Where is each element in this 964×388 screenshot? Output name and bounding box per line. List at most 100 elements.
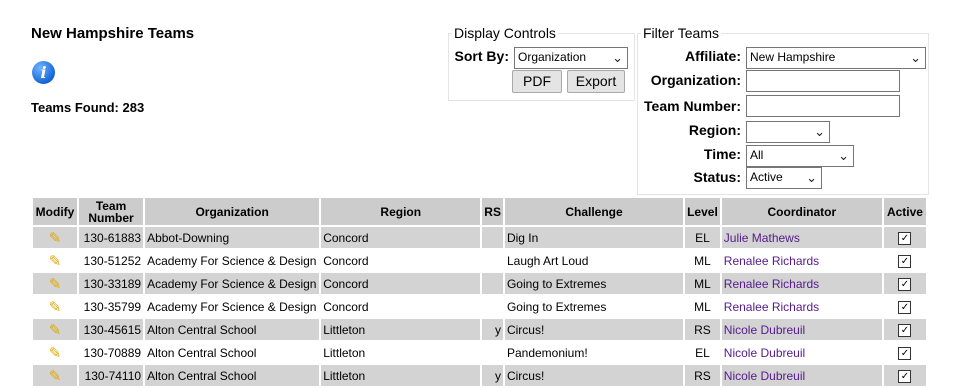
team-number-cell: 130-74110 bbox=[79, 365, 144, 386]
chevron-down-icon: ⌄ bbox=[806, 170, 817, 185]
table-row: ✎ 130-74110 Alton Central School Littleton y… bbox=[33, 365, 926, 386]
rs-cell bbox=[482, 250, 503, 271]
sort-by-select[interactable]: Organization ⌄ bbox=[514, 47, 628, 69]
region-label: Region: bbox=[688, 122, 741, 138]
table-row: ✎ 130-70889 Alton Central School Littleton P… bbox=[33, 342, 926, 363]
display-controls-legend: Display Controls bbox=[454, 25, 556, 41]
chevron-down-icon: ⌄ bbox=[910, 50, 921, 65]
chevron-down-icon: ⌄ bbox=[814, 124, 825, 139]
region-cell: Littleton bbox=[321, 365, 481, 386]
level-cell: ML bbox=[694, 253, 711, 268]
modify-cell: ✎ bbox=[33, 227, 78, 248]
active-cell: ✓ bbox=[883, 319, 926, 340]
organization-input[interactable] bbox=[746, 70, 900, 92]
coordinator-link[interactable]: Renalee Richards bbox=[724, 254, 819, 268]
region-select[interactable]: ⌄ bbox=[746, 121, 830, 143]
pencil-icon[interactable]: ✎ bbox=[49, 230, 62, 247]
rs-cell bbox=[482, 227, 503, 248]
status-select[interactable]: Active ⌄ bbox=[746, 167, 822, 189]
active-checkbox[interactable]: ✓ bbox=[898, 301, 912, 314]
challenge-cell: Going to Extremes bbox=[504, 273, 684, 294]
coordinator-cell: Renalee Richards bbox=[722, 296, 882, 317]
modify-cell: ✎ bbox=[33, 365, 78, 386]
chevron-down-icon: ⌄ bbox=[612, 50, 623, 65]
affiliate-select[interactable]: New Hampshire ⌄ bbox=[746, 47, 926, 69]
time-label: Time: bbox=[703, 146, 741, 162]
level-cell: ML bbox=[694, 299, 711, 314]
col-modify[interactable]: Modify bbox=[33, 198, 78, 225]
rs-cell: y bbox=[482, 365, 503, 386]
team-number-input[interactable] bbox=[746, 95, 900, 117]
region-cell: Littleton bbox=[323, 345, 366, 360]
active-checkbox[interactable]: ✓ bbox=[898, 370, 912, 383]
challenge-cell: Dig In bbox=[504, 227, 684, 248]
organization-cell: Academy For Science & Design bbox=[145, 273, 320, 294]
pencil-icon[interactable]: ✎ bbox=[49, 368, 62, 385]
col-challenge[interactable]: Challenge bbox=[504, 198, 684, 225]
pencil-icon[interactable]: ✎ bbox=[49, 253, 62, 270]
active-checkbox[interactable]: ✓ bbox=[898, 255, 912, 268]
organization-cell: Alton Central School bbox=[147, 345, 257, 360]
col-organization[interactable]: Organization bbox=[145, 198, 320, 225]
pencil-icon[interactable]: ✎ bbox=[49, 276, 62, 293]
pdf-button[interactable]: PDF bbox=[512, 70, 562, 93]
region-cell: Concord bbox=[321, 227, 481, 248]
active-checkbox[interactable]: ✓ bbox=[898, 347, 912, 360]
level-cell: EL bbox=[685, 227, 720, 248]
sort-by-label: Sort By: bbox=[454, 48, 509, 64]
col-active[interactable]: Active bbox=[883, 198, 926, 225]
coordinator-link[interactable]: Nicole Dubreuil bbox=[724, 346, 805, 360]
coordinator-link[interactable]: Julie Mathews bbox=[724, 231, 800, 245]
table-row: ✎ 130-33189 Academy For Science & Design Co… bbox=[33, 273, 926, 294]
challenge-cell: Circus! bbox=[504, 319, 684, 340]
info-icon[interactable]: i bbox=[32, 61, 55, 84]
organization-cell: Academy For Science & Design bbox=[147, 299, 317, 314]
col-team-number[interactable]: Team Number bbox=[79, 198, 144, 225]
pencil-icon[interactable]: ✎ bbox=[49, 299, 62, 316]
col-level[interactable]: Level bbox=[685, 198, 720, 225]
table-row: ✎ 130-35799 Academy For Science & Design Co… bbox=[33, 296, 926, 317]
challenge-cell: Going to Extremes bbox=[506, 299, 607, 314]
col-coordinator[interactable]: Coordinator bbox=[721, 198, 882, 225]
active-checkbox[interactable]: ✓ bbox=[898, 324, 912, 337]
challenge-cell: Circus! bbox=[504, 365, 684, 386]
region-cell: Concord bbox=[323, 299, 369, 314]
level-cell: RS bbox=[685, 319, 720, 340]
active-checkbox[interactable]: ✓ bbox=[898, 278, 912, 291]
region-cell: Concord bbox=[321, 273, 481, 294]
coordinator-cell: Julie Mathews bbox=[721, 227, 882, 248]
coordinator-link[interactable]: Renalee Richards bbox=[724, 300, 819, 314]
coordinator-link[interactable]: Nicole Dubreuil bbox=[724, 323, 805, 337]
modify-cell: ✎ bbox=[33, 296, 77, 317]
status-label: Status: bbox=[693, 169, 741, 185]
coordinator-cell: Nicole Dubreuil bbox=[722, 342, 882, 363]
team-number-cell: 130-35799 bbox=[83, 299, 142, 314]
page-title: New Hampshire Teams bbox=[31, 25, 195, 42]
pencil-icon[interactable]: ✎ bbox=[49, 345, 62, 362]
organization-cell: Academy For Science & Design bbox=[147, 253, 317, 268]
table-header-row: Modify Team Number Organization Region R… bbox=[33, 198, 926, 225]
affiliate-label: Affiliate: bbox=[685, 48, 741, 64]
challenge-cell: Laugh Art Loud bbox=[506, 253, 589, 268]
table-row: ✎ 130-61883 Abbot-Downing Concord Dig In EL Ju… bbox=[33, 227, 926, 248]
coordinator-link[interactable]: Nicole Dubreuil bbox=[724, 369, 805, 383]
level-cell: EL bbox=[695, 345, 710, 360]
active-cell: ✓ bbox=[884, 342, 926, 363]
active-checkbox[interactable]: ✓ bbox=[898, 232, 912, 245]
coordinator-cell: Nicole Dubreuil bbox=[721, 319, 882, 340]
challenge-cell: Pandemonium! bbox=[506, 345, 588, 360]
col-region[interactable]: Region bbox=[321, 198, 481, 225]
level-cell: ML bbox=[685, 273, 720, 294]
active-cell: ✓ bbox=[883, 365, 926, 386]
level-cell: RS bbox=[685, 365, 720, 386]
organization-cell: Alton Central School bbox=[145, 365, 320, 386]
rs-cell bbox=[482, 342, 503, 363]
coordinator-link[interactable]: Renalee Richards bbox=[724, 277, 819, 291]
pencil-icon[interactable]: ✎ bbox=[49, 322, 62, 339]
coordinator-cell: Renalee Richards bbox=[722, 250, 882, 271]
col-rs[interactable]: RS bbox=[482, 198, 503, 225]
time-select[interactable]: All ⌄ bbox=[746, 145, 854, 167]
team-number-cell: 130-51252 bbox=[83, 253, 142, 268]
coordinator-cell: Renalee Richards bbox=[721, 273, 882, 294]
export-button[interactable]: Export bbox=[567, 70, 625, 93]
